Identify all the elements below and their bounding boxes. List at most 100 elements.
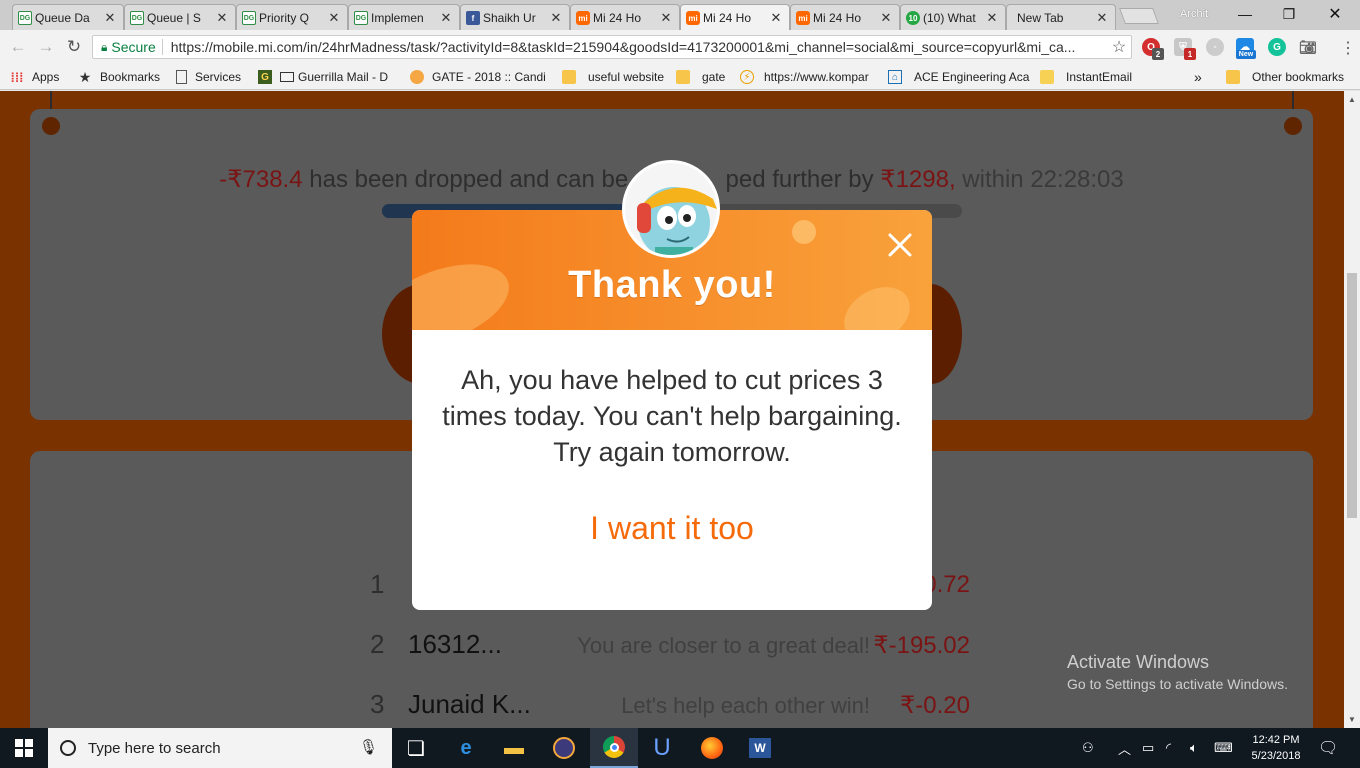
- card-peg: [42, 117, 60, 135]
- taskbar-search[interactable]: Type here to search 🎙︎: [48, 728, 392, 768]
- decor-dot: [792, 220, 816, 244]
- tab-strip: DG Queue Da ✕ DG Queue | S ✕ DG Priority…: [0, 0, 1360, 30]
- search-placeholder: Type here to search: [88, 739, 221, 757]
- bookmark-item[interactable]: ⁞⁞⁞ Apps: [10, 68, 72, 86]
- keyboard-icon[interactable]: ⌨: [1214, 728, 1233, 768]
- bookmarks-overflow[interactable]: »: [1194, 68, 1206, 86]
- i-want-it-too-button[interactable]: I want it too: [412, 510, 932, 547]
- watermark-subtitle: Go to Settings to activate Windows.: [1067, 676, 1288, 692]
- close-tab-icon[interactable]: ✕: [439, 10, 453, 26]
- facebook-favicon-icon: f: [466, 11, 480, 25]
- other-bookmarks-folder[interactable]: Other bookmarks: [1226, 68, 1352, 86]
- taskbar-clock[interactable]: 12:42 PM 5/23/2018: [1244, 732, 1308, 764]
- volume-icon[interactable]: 🔈︎: [1190, 728, 1198, 768]
- wifi-icon[interactable]: ◜: [1166, 728, 1171, 768]
- bookmark-item[interactable]: GATE - 2018 :: Candi: [410, 68, 552, 86]
- browser-tab[interactable]: DG Queue | S ✕: [124, 4, 236, 30]
- close-tab-icon[interactable]: ✕: [327, 10, 341, 26]
- bookmark-label: Other bookmarks: [1252, 70, 1345, 84]
- u-app-icon[interactable]: U: [638, 728, 686, 768]
- word-icon[interactable]: W: [736, 728, 784, 768]
- camera-extension-icon[interactable]: 📷︎: [1299, 38, 1317, 56]
- close-tab-icon[interactable]: ✕: [1095, 10, 1109, 26]
- new-tab-button[interactable]: [1119, 8, 1159, 24]
- browser-tab[interactable]: f Shaikh Ur ✕: [460, 4, 570, 30]
- tab-title: New Tab: [1017, 10, 1064, 25]
- gfg-favicon-icon: DG: [354, 11, 368, 25]
- tab-title: Implemen: [371, 10, 424, 25]
- people-icon[interactable]: ⚇: [1082, 728, 1094, 768]
- close-modal-button[interactable]: [882, 227, 918, 263]
- back-arrow-icon[interactable]: ←: [8, 37, 28, 57]
- browser-tab[interactable]: mi Mi 24 Ho ✕: [570, 4, 680, 30]
- bookmark-label: https://www.kompar: [764, 70, 869, 84]
- bookmark-item[interactable]: G Guerrilla Mail - D: [258, 68, 398, 86]
- start-button[interactable]: [0, 728, 48, 768]
- browser-tab[interactable]: DG Implemen ✕: [348, 4, 460, 30]
- close-tab-icon[interactable]: ✕: [549, 10, 563, 26]
- page-scrollbar[interactable]: ▲ ▼: [1344, 91, 1360, 728]
- mi-favicon-icon: mi: [796, 11, 810, 25]
- extension-badge: 2: [1152, 48, 1164, 60]
- helper-name: 16312...: [408, 629, 502, 659]
- helper-row: 3 Junaid K... Let's help each other win!…: [370, 685, 970, 725]
- bookmark-folder[interactable]: gate: [676, 68, 734, 86]
- bookmark-item[interactable]: ⚡︎ https://www.kompar: [740, 68, 878, 86]
- close-tab-icon[interactable]: ✕: [659, 10, 673, 26]
- address-bar[interactable]: 🔒︎ Secure https://mobile.mi.com/in/24hrM…: [92, 35, 1132, 59]
- eclipse-icon[interactable]: [540, 728, 588, 768]
- edge-icon[interactable]: e: [442, 728, 490, 768]
- tab-title: Shaikh Ur: [483, 10, 536, 25]
- firefox-icon[interactable]: [688, 728, 736, 768]
- close-tab-icon[interactable]: ✕: [985, 10, 999, 26]
- bookmark-item[interactable]: Services: [176, 68, 252, 86]
- forward-arrow-icon[interactable]: →: [36, 37, 56, 57]
- task-view-icon[interactable]: ❏: [392, 728, 440, 768]
- gfg-favicon-icon: DG: [18, 11, 32, 25]
- browser-tab[interactable]: mi Mi 24 Ho ✕: [790, 4, 900, 30]
- reload-icon[interactable]: ↻: [64, 37, 84, 57]
- file-explorer-icon[interactable]: ▬: [490, 728, 538, 768]
- lock-icon: 🔒︎: [101, 39, 108, 54]
- close-tab-icon[interactable]: ✕: [769, 10, 783, 26]
- bookmark-folder[interactable]: useful website: [562, 68, 670, 86]
- browser-tab-active[interactable]: mi Mi 24 Ho ✕: [680, 4, 790, 30]
- scroll-up-icon[interactable]: ▲: [1348, 95, 1356, 104]
- battery-icon[interactable]: ▭: [1142, 728, 1154, 768]
- new-badge: New: [1236, 50, 1256, 59]
- grammarly-extension-icon[interactable]: G: [1268, 38, 1286, 56]
- close-tab-icon[interactable]: ✕: [103, 10, 117, 26]
- restore-icon[interactable]: ❐: [1266, 0, 1312, 28]
- close-tab-icon[interactable]: ✕: [879, 10, 893, 26]
- close-tab-icon[interactable]: ✕: [215, 10, 229, 26]
- mail-outline-icon: [280, 72, 294, 82]
- bookmark-item[interactable]: InstantEmail: [1040, 68, 1140, 86]
- show-hidden-icons[interactable]: ︿: [1118, 728, 1131, 768]
- bookmark-item[interactable]: ★ Bookmarks: [78, 68, 170, 86]
- browser-toolbar: ← → ↻ 🔒︎ Secure https://mobile.mi.com/in…: [0, 30, 1360, 64]
- tab-title: Priority Q: [259, 10, 310, 25]
- url-text[interactable]: https://mobile.mi.com/in/24hrMadness/tas…: [171, 39, 1107, 55]
- page-icon: [176, 70, 187, 84]
- browser-tab[interactable]: DG Priority Q ✕: [236, 4, 348, 30]
- bookmark-item[interactable]: ⌂ ACE Engineering Aca: [888, 68, 1030, 86]
- scrollbar-thumb[interactable]: [1347, 273, 1357, 518]
- browser-tab[interactable]: 10 (10) What ✕: [900, 4, 1006, 30]
- further-amount: ₹1298,: [880, 166, 956, 193]
- bookmark-label: Guerrilla Mail - D: [298, 70, 389, 84]
- microphone-icon[interactable]: 🎙︎: [359, 738, 378, 756]
- pause-extension-icon[interactable]: ◦: [1206, 38, 1224, 56]
- whatsapp-favicon-icon: 10: [906, 11, 920, 25]
- browser-tab[interactable]: New Tab ✕: [1006, 4, 1116, 30]
- bookmark-star-icon[interactable]: ☆: [1107, 37, 1131, 57]
- close-window-icon[interactable]: ✕: [1312, 0, 1358, 28]
- more-menu-icon[interactable]: ⋮: [1340, 38, 1356, 58]
- tab-title: Mi 24 Ho: [813, 10, 862, 25]
- minimize-icon[interactable]: —: [1222, 0, 1268, 28]
- mi-favicon-icon: mi: [576, 11, 590, 25]
- browser-tab[interactable]: DG Queue Da ✕: [12, 4, 124, 30]
- notifications-icon[interactable]: 🗨︎: [1318, 728, 1338, 768]
- profile-name[interactable]: Archit: [1180, 8, 1208, 20]
- chrome-icon[interactable]: [590, 728, 638, 768]
- scroll-down-icon[interactable]: ▼: [1348, 715, 1356, 724]
